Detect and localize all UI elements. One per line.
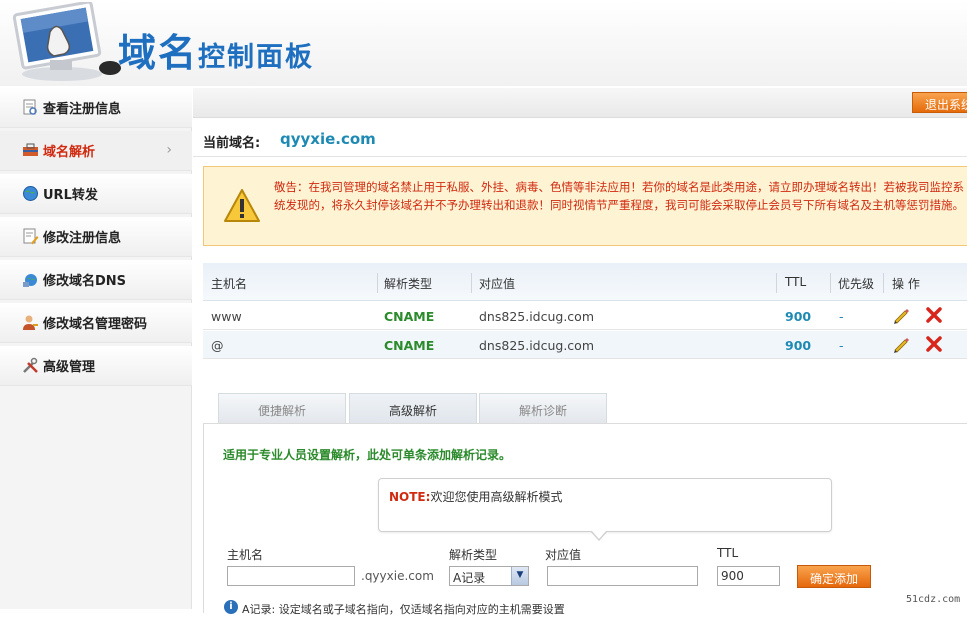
table-header: 主机名 解析类型 对应值 TTL 优先级 操 作 (203, 263, 967, 301)
column-header-actions: 操 作 (892, 277, 920, 291)
record-type: CNAME (384, 338, 435, 353)
record-type-hint: A记录: 设定域名或子域名指向，仅适域名指向对应的主机需要设置 (242, 603, 565, 616)
note-box (378, 478, 832, 532)
sidebar-item-label: 修改域名DNS (43, 274, 127, 289)
note-message: 欢迎您使用高级解析模式 (430, 490, 563, 504)
warning-notice-text: 敬告：在我司管理的域名禁止用于私服、外挂、病毒、色情等非法应用！若你的域名是此类… (274, 180, 964, 212)
info-icon: i (224, 600, 238, 614)
current-domain-label: 当前域名: (203, 136, 261, 151)
record-ttl: 900 (785, 338, 812, 353)
monitor-hand-logo-icon (12, 2, 121, 81)
network-globe-icon (23, 274, 37, 287)
document-edit-icon (23, 228, 39, 245)
sidebar-item-label: 高级管理 (43, 360, 96, 375)
note-label: NOTE: (389, 490, 431, 504)
delete-x-icon[interactable] (925, 335, 943, 353)
app-title-main: 域名 (118, 31, 199, 75)
sidebar-item-label: 查看注册信息 (43, 102, 122, 117)
record-type-label: 解析类型 (449, 548, 498, 562)
tab-quick-resolution[interactable]: 便捷解析 (218, 393, 346, 423)
pencil-edit-icon[interactable] (892, 306, 910, 324)
record-value: dns825.idcug.com (479, 309, 595, 324)
column-divider (776, 273, 777, 293)
toolbox-icon (23, 143, 38, 156)
column-header-priority: 优先级 (838, 277, 875, 291)
watermark-text: 51cdz.com (906, 594, 961, 605)
column-divider (471, 273, 472, 293)
tools-icon (23, 357, 38, 373)
table-row: www CNAME dns825.idcug.com 900 - (203, 302, 967, 330)
sidebar: 查看注册信息 域名解析 › URL转发 修改注册信息 修改域名DNS 修改域名管… (0, 88, 192, 609)
record-host: www (211, 309, 242, 324)
tab-advanced-resolution[interactable]: 高级解析 (349, 393, 477, 423)
sidebar-item-label: 修改域名管理密码 (43, 317, 148, 332)
record-type: CNAME (384, 309, 435, 324)
domain-suffix: .qyyxie.com (361, 569, 434, 583)
sidebar-item-edit-registration[interactable]: 修改注册信息 (0, 217, 192, 257)
table-row: @ CNAME dns825.idcug.com 900 - (203, 331, 967, 359)
sidebar-item-label: 域名解析 (43, 145, 96, 160)
column-divider (830, 273, 831, 293)
globe-icon (23, 186, 38, 201)
record-value: dns825.idcug.com (479, 338, 595, 353)
sidebar-item-change-password[interactable]: 修改域名管理密码 (0, 303, 192, 343)
note-text: NOTE:欢迎您使用高级解析模式 (389, 488, 562, 505)
user-key-icon (23, 315, 38, 330)
host-input[interactable] (227, 566, 355, 586)
column-header-ttl: TTL (785, 275, 807, 289)
panel-intro-text: 适用于专业人员设置解析，此处可单条添加解析记录。 (223, 448, 512, 462)
tab-resolution-diagnosis[interactable]: 解析诊断 (479, 393, 607, 423)
logout-button[interactable]: 退出系统 (912, 92, 967, 113)
sidebar-item-edit-dns[interactable]: 修改域名DNS (0, 260, 192, 300)
chevron-down-icon[interactable]: ▼ (511, 567, 528, 585)
record-priority: - (839, 309, 844, 324)
ttl-input[interactable] (717, 566, 780, 586)
chevron-right-icon: › (166, 142, 172, 158)
note-box-tail-inner (591, 530, 607, 539)
column-header-value: 对应值 (479, 277, 516, 291)
document-view-icon (23, 99, 37, 115)
sidebar-item-url-forward[interactable]: URL转发 (0, 174, 192, 214)
column-divider (377, 273, 378, 293)
host-label: 主机名 (227, 548, 264, 562)
column-header-host: 主机名 (211, 277, 248, 291)
record-priority: - (839, 338, 844, 353)
sidebar-item-dns-resolution[interactable]: 域名解析 › (0, 131, 192, 171)
target-value-input[interactable] (547, 566, 698, 586)
top-toolbar (193, 88, 967, 118)
record-host: @ (211, 338, 224, 353)
warning-triangle-icon (224, 189, 260, 222)
sidebar-item-view-registration[interactable]: 查看注册信息 (0, 88, 192, 128)
app-title: 域名控制面板 (118, 22, 314, 77)
delete-x-icon[interactable] (925, 306, 943, 324)
divider (193, 156, 967, 157)
target-value-label: 对应值 (545, 548, 582, 562)
app-header: 域名控制面板 (0, 0, 967, 86)
ttl-label: TTL (717, 546, 739, 560)
current-domain-value: qyyxie.com (280, 130, 376, 148)
column-divider (883, 273, 884, 293)
pencil-edit-icon[interactable] (892, 335, 910, 353)
column-header-type: 解析类型 (384, 277, 433, 291)
sidebar-item-advanced[interactable]: 高级管理 (0, 346, 192, 386)
sidebar-item-label: URL转发 (43, 188, 98, 203)
app-title-sub: 控制面板 (198, 42, 315, 73)
confirm-add-button[interactable]: 确定添加 (797, 565, 871, 588)
record-ttl: 900 (785, 309, 812, 324)
sidebar-item-label: 修改注册信息 (43, 231, 122, 246)
